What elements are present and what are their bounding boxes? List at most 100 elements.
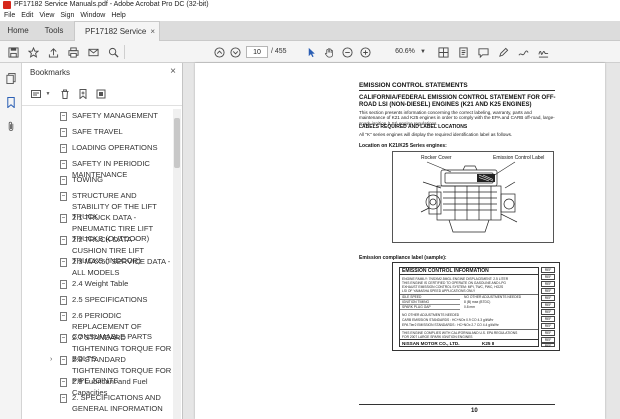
tab-bar: Home Tools PF17182 Service M... × [0,21,620,56]
callout-rocker-cover: Rocker Cover [421,155,452,161]
bookmarks-panel-icon[interactable] [4,95,18,109]
tag-bookmark-icon[interactable] [94,87,108,101]
highlight-pen-icon[interactable] [496,45,510,59]
reference-column: REF REF REF REF REF REF REF REF REF REF … [541,267,555,348]
compliance-heading: Emission compliance label (sample): [359,255,447,261]
bookmarks-panel-title: Bookmarks [30,68,71,77]
bookmark-page-icon [60,334,67,343]
label-line: EPA Tier2 EMISSION STANDARDS : HC+NOx 2.… [402,323,499,327]
label-manufacturer: NISSAN MOTOR CO., LTD. [402,341,460,346]
draw-icon[interactable] [516,45,530,59]
document-viewport[interactable]: EMISSION CONTROL STATEMENTS CALIFORNIA/F… [183,63,620,419]
page-number: 10 [471,408,478,414]
delete-bookmark-icon[interactable] [58,87,72,101]
select-cursor-icon[interactable] [304,45,318,59]
reference-box: REF [541,295,555,301]
menu-edit[interactable]: Edit [21,10,33,21]
bookmarks-scrollbar-thumb[interactable] [174,118,180,168]
previous-page-icon[interactable] [212,45,226,59]
bookmarks-toolbar: ▼ [28,87,178,101]
search-icon[interactable] [106,45,120,59]
tab-document[interactable]: PF17182 Service M... × [74,21,160,56]
fit-page-icon[interactable] [456,45,470,59]
reference-box: REF [541,274,555,280]
location-heading: Location on K21/K25 Series engines: [359,143,447,149]
label-line: CARB EMISSION STANDARDS : HC+NOx 0.9 CO … [402,318,494,322]
emission-label-body: EMISSION CONTROL INFORMATION ENGINE FAMI… [399,267,539,347]
bookmark-page-icon [60,356,67,365]
next-page-icon[interactable] [228,45,242,59]
page-footer-rule [359,404,555,405]
label-line: LSI OF YAMASHA SPEED APPLICATIONS ONLY [402,289,476,293]
labels-heading: LABELS REQUIRED AND LABEL LOCATIONS [359,124,468,130]
bookmark-page-icon [60,280,67,289]
bookmark-page-icon [60,258,67,267]
label-engine-code: K25 II [482,341,495,346]
attachments-paperclip-icon[interactable] [4,119,18,133]
upload-icon[interactable] [46,45,60,59]
labels-paragraph: All "K" series engines will display the … [359,132,513,137]
page-number-input[interactable] [246,46,268,58]
bookmark-page-icon [60,160,67,169]
reference-box: REF [541,323,555,329]
tab-home[interactable]: Home [0,21,36,41]
zoom-out-icon[interactable] [340,45,354,59]
bookmark-page-icon [60,192,67,201]
zoom-in-icon[interactable] [358,45,372,59]
emission-label-sample: EMISSION CONTROL INFORMATION ENGINE FAMI… [392,262,560,351]
reference-box: REF [541,281,555,287]
expand-chevron-icon[interactable]: › [50,355,52,366]
bookmark-options-icon[interactable] [28,87,44,101]
callout-emission-label: Emission Control Label [493,155,545,161]
comment-icon[interactable] [476,45,490,59]
close-icon[interactable]: × [170,66,176,77]
reference-box: REF [541,330,555,336]
chevron-down-icon[interactable]: ▼ [44,87,52,101]
menu-window[interactable]: Window [80,10,105,21]
section-rule [359,90,555,91]
panel-divider [22,105,182,106]
toolbar-separator [124,45,125,59]
bookmark-page-icon [60,144,67,153]
new-bookmark-icon[interactable] [76,87,90,101]
window-title: PF17182 Service Manuals.pdf - Adobe Acro… [14,1,209,8]
engine-drawing [420,161,518,233]
chevron-down-icon[interactable]: ▼ [420,46,426,58]
label-line: NO OTHER ADJUSTMENTS NEEDED [402,313,460,317]
menu-view[interactable]: View [39,10,54,21]
acrobat-app-icon [3,1,11,9]
reference-box: REF [541,288,555,294]
page-thumbnails-icon[interactable] [4,71,18,85]
engine-illustration: Rocker Cover Emission Control Label [392,151,554,243]
label-grid-value: 0.8 mm [464,305,475,309]
menu-help[interactable]: Help [111,10,125,21]
reference-box: REF [541,316,555,322]
bookmark-page-icon [60,312,67,321]
label-grid-row: SPARK PLUG GAP [400,305,460,310]
menu-sign[interactable]: Sign [60,10,74,21]
label-grid-value: 8 (B) max (BTDC) [464,300,491,304]
email-icon[interactable] [86,45,100,59]
statement-title: CALIFORNIA/FEDERAL EMISSION CONTROL STAT… [359,95,556,108]
bookmark-page-icon [60,394,67,403]
hand-tool-icon[interactable] [322,45,336,59]
main-toolbar: / 455 60.6% ▼ [0,41,620,63]
menu-bar: File Edit View Sign Window Help [0,10,620,21]
window-title-bar: PF17182 Service Manuals.pdf - Adobe Acro… [0,0,620,10]
bookmark-star-icon[interactable] [26,45,40,59]
zoom-level-select[interactable]: 60.6% [390,46,420,58]
save-icon[interactable] [6,45,20,59]
tab-tools[interactable]: Tools [36,21,72,41]
tab-close-icon[interactable]: × [150,22,155,42]
menu-file[interactable]: File [4,10,15,21]
reference-box: REF [541,267,555,273]
navigation-rail [0,63,22,419]
bookmark-page-icon [60,128,67,137]
sign-icon[interactable] [536,45,550,59]
reference-box: REF [541,302,555,308]
section-title: EMISSION CONTROL STATEMENTS [359,82,468,89]
bookmark-page-icon [60,378,67,387]
page-layout-icon[interactable] [436,45,450,59]
bookmark-page-icon [60,176,67,185]
print-icon[interactable] [66,45,80,59]
